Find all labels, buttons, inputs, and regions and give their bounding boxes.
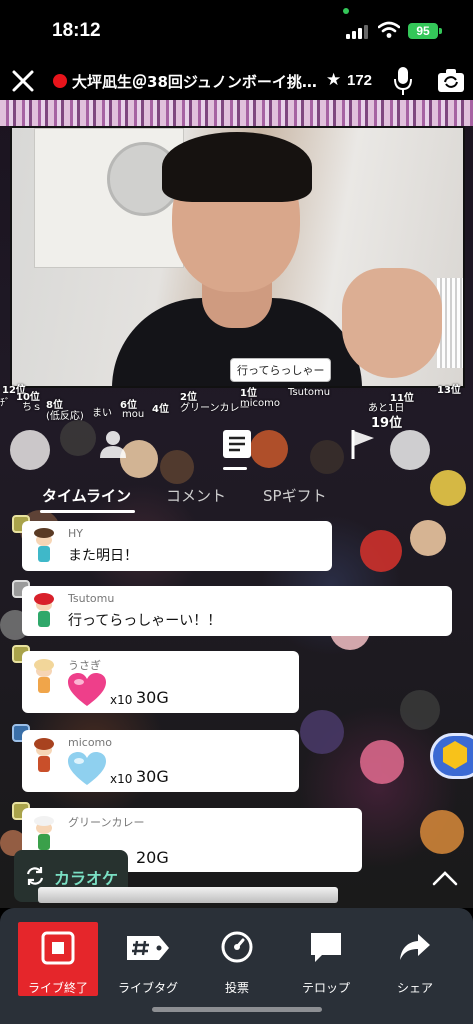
hashtag-tag-icon (127, 936, 169, 960)
vote-label: 投票 (224, 981, 249, 995)
avatar (30, 816, 58, 852)
end-live-label: ライブ終了 (27, 981, 88, 995)
rank-user-label: mou (122, 409, 145, 420)
avatar (30, 593, 58, 629)
vote-icon (221, 931, 253, 963)
home-indicator (152, 1007, 322, 1012)
gift-button[interactable] (430, 733, 473, 779)
comment-item[interactable]: Tsutomu 行ってらっしゃーい！！ (22, 586, 452, 636)
gift-value: 20G (136, 848, 169, 867)
wifi-icon (378, 21, 400, 38)
mic-icon[interactable] (393, 66, 413, 96)
rank-tag: 4位 (152, 404, 169, 415)
gift-value: 30G (136, 688, 169, 707)
close-icon[interactable] (8, 66, 38, 96)
rank-user-label: Tsutomu (288, 387, 331, 398)
tab-underline (40, 510, 135, 513)
avatar (30, 528, 58, 564)
share-button[interactable]: シェア (373, 922, 457, 1002)
rank-user-label: micomo (240, 398, 280, 409)
stop-icon (41, 931, 75, 965)
gift-box-icon (442, 741, 468, 769)
star-count: 172 (347, 72, 373, 89)
karaoke-refresh-icon (26, 867, 44, 885)
tab-timeline[interactable]: タイムライン (42, 485, 131, 506)
flag-icon[interactable] (346, 427, 380, 461)
battery-level: 95 (408, 23, 438, 39)
gift-multiplier: x10 (110, 772, 133, 786)
decoration-lights (0, 100, 473, 126)
comment-username: micomo (68, 736, 112, 749)
telop-label: テロップ (301, 981, 350, 995)
comment-username: Tsutomu (68, 592, 115, 605)
comment-text: 行ってらっしゃーい！！ (68, 613, 222, 629)
karaoke-label: カラオケ (54, 869, 119, 888)
comment-item[interactable]: HY また明日！ (22, 521, 332, 571)
live-tag-label: ライブタグ (117, 981, 178, 995)
avatar (30, 738, 58, 774)
gift-item[interactable]: うさぎ x10 30G (22, 651, 299, 713)
tab-sp-gift[interactable]: SPギフト (263, 485, 327, 506)
stream-header: 大坪凪生＠38回ジュノンボーイ挑戦… ★ 172 (0, 62, 473, 100)
camera-switch-icon[interactable] (437, 68, 465, 94)
comment-username: グリーンカレー (68, 816, 145, 829)
rank-user-label: まい (92, 408, 112, 419)
gift-progress-bar (38, 887, 338, 903)
blue-heart-icon (68, 752, 106, 785)
list-icon[interactable] (220, 427, 254, 461)
streamer-hair (162, 132, 312, 202)
telop-button[interactable]: テロップ (284, 922, 368, 1002)
tab-comment[interactable]: コメント (166, 485, 226, 506)
chevron-up-icon[interactable] (430, 866, 460, 890)
avatar (30, 659, 58, 695)
pink-heart-icon (68, 673, 106, 706)
comment-text: また明日！ (68, 548, 138, 564)
gift-item[interactable]: micomo x10 30G (22, 730, 299, 792)
user-icon[interactable] (96, 427, 130, 461)
status-time: 18:12 (52, 20, 101, 41)
vote-button[interactable]: 投票 (195, 922, 279, 1002)
star-icon: ★ (326, 70, 342, 90)
rank-tag: 1位 (240, 388, 257, 399)
comment-username: HY (68, 527, 83, 540)
tab-icon-indicator (223, 467, 247, 470)
gift-multiplier: x10 (110, 693, 133, 707)
camera-preview[interactable] (10, 126, 465, 388)
share-label: シェア (396, 981, 433, 995)
share-arrow-icon (400, 934, 430, 960)
signal-icon (346, 25, 370, 39)
battery-tip (439, 28, 442, 34)
live-tag-button[interactable]: ライブタグ (106, 922, 190, 1002)
streamer-hand (342, 268, 442, 378)
end-live-button[interactable]: ライブ終了 (18, 922, 98, 996)
comment-username: うさぎ (68, 659, 101, 672)
avatar-speech-bubble: 行ってらっしゃー (230, 358, 332, 382)
status-bar: 18:12 95 (0, 0, 473, 62)
rank-user-label: ﾁﾞ (0, 398, 10, 409)
rank-tag: 13位 (437, 385, 461, 396)
chat-bubble-icon (311, 933, 341, 962)
gift-value: 30G (136, 767, 169, 786)
rank-user-label: ちｓ (22, 402, 42, 413)
record-dot-icon (53, 74, 67, 88)
camera-indicator-dot (343, 8, 349, 14)
stream-title[interactable]: 大坪凪生＠38回ジュノンボーイ挑戦… (72, 71, 317, 92)
rank-user-label: (低反応) (46, 411, 84, 422)
